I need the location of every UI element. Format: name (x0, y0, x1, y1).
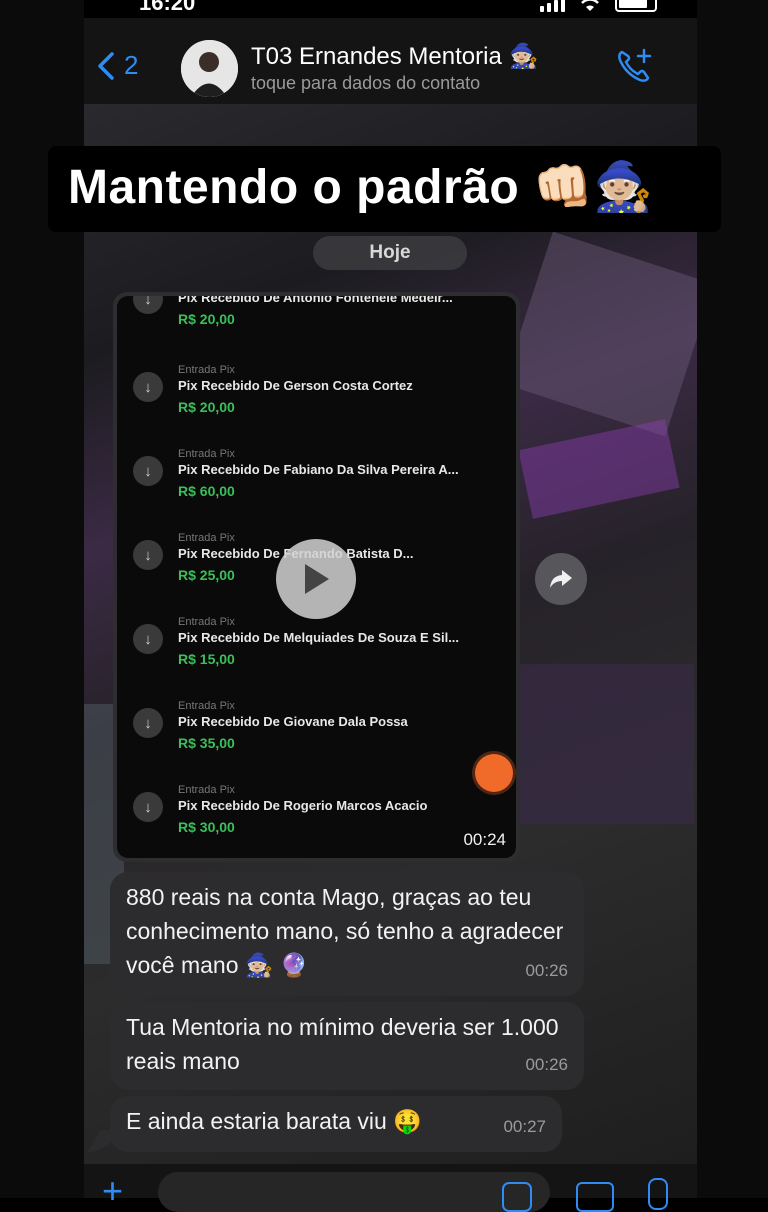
message-bubble[interactable]: 880 reais na conta Mago, graças ao teu c… (110, 872, 584, 996)
play-button[interactable] (276, 539, 356, 619)
arrow-down-icon: ↓ (133, 296, 163, 314)
chat-header: 2 T03 Ernandes Mentoria 🧙🏼 toque para da… (84, 18, 697, 104)
play-icon (305, 564, 329, 594)
camera-icon[interactable] (576, 1182, 614, 1212)
message-time: 00:27 (503, 1117, 546, 1136)
pix-entry: ↓ Entrada Pix Pix Recebido De Giovane Da… (117, 694, 516, 778)
signal-icon (540, 0, 565, 12)
battery-icon (615, 0, 657, 12)
video-message[interactable]: ↓ Pix Recebido De Antonio Fontenele Mede… (113, 292, 520, 862)
message-text: 880 reais na conta Mago, graças ao teu c… (126, 884, 564, 978)
pix-entry: ↓ Entrada Pix Pix Recebido De Fabiano Da… (117, 442, 516, 526)
person-icon (181, 40, 238, 97)
forward-button[interactable] (535, 553, 587, 605)
pix-entry: ↓ Entrada Pix Pix Recebido De Melquiades… (117, 610, 516, 694)
video-duration: 00:24 (463, 830, 506, 849)
plus-icon[interactable]: + (102, 1173, 123, 1209)
pix-entry: ↓ Entrada Pix Pix Recebido De Rogerio Ma… (117, 778, 516, 858)
add-call-icon[interactable] (614, 46, 654, 86)
message-bubble[interactable]: Tua Mentoria no mínimo deveria ser 1.000… (110, 1002, 584, 1090)
message-bubble[interactable]: E ainda estaria barata viu 🤑 00:27 (110, 1096, 562, 1152)
sticker-icon[interactable] (502, 1182, 532, 1212)
share-arrow-icon (550, 570, 572, 588)
date-separator: Hoje (313, 236, 467, 270)
chevron-left-icon (98, 51, 114, 80)
message-time: 00:26 (525, 1055, 568, 1074)
arrow-down-icon: ↓ (133, 540, 163, 570)
arrow-down-icon: ↓ (133, 708, 163, 738)
microphone-icon[interactable] (648, 1178, 668, 1210)
wifi-icon (581, 0, 599, 11)
contact-subtitle[interactable]: toque para dados do contato (251, 73, 480, 94)
pix-entry: ↓ Entrada Pix Pix Recebido De Gerson Cos… (117, 358, 516, 442)
status-time: 16:20 (139, 0, 196, 15)
pix-entry: ↓ Pix Recebido De Antonio Fontenele Mede… (117, 296, 516, 354)
unread-count: 2 (124, 50, 139, 80)
message-text: E ainda estaria barata viu 🤑 (126, 1108, 422, 1134)
story-caption-banner: Mantendo o padrão 👊🏻🧙🏼 (48, 146, 721, 232)
message-input[interactable] (158, 1172, 550, 1212)
avatar[interactable] (181, 40, 238, 97)
arrow-down-icon: ↓ (133, 624, 163, 654)
arrow-down-icon: ↓ (133, 372, 163, 402)
message-text: Tua Mentoria no mínimo deveria ser 1.000… (126, 1014, 559, 1074)
composer-bar: + (84, 1164, 697, 1212)
arrow-down-icon: ↓ (133, 792, 163, 822)
back-button[interactable]: 2 (96, 50, 138, 81)
arrow-down-icon: ↓ (133, 456, 163, 486)
story-caption: Mantendo o padrão 👊🏻🧙🏼 (68, 161, 654, 214)
message-time: 00:26 (525, 961, 568, 980)
recording-indicator (475, 754, 513, 792)
status-bar: 16:20 (84, 0, 697, 18)
contact-name[interactable]: T03 Ernandes Mentoria 🧙🏼 (251, 42, 538, 71)
video-thumbnail[interactable]: ↓ Pix Recebido De Antonio Fontenele Mede… (117, 296, 516, 858)
